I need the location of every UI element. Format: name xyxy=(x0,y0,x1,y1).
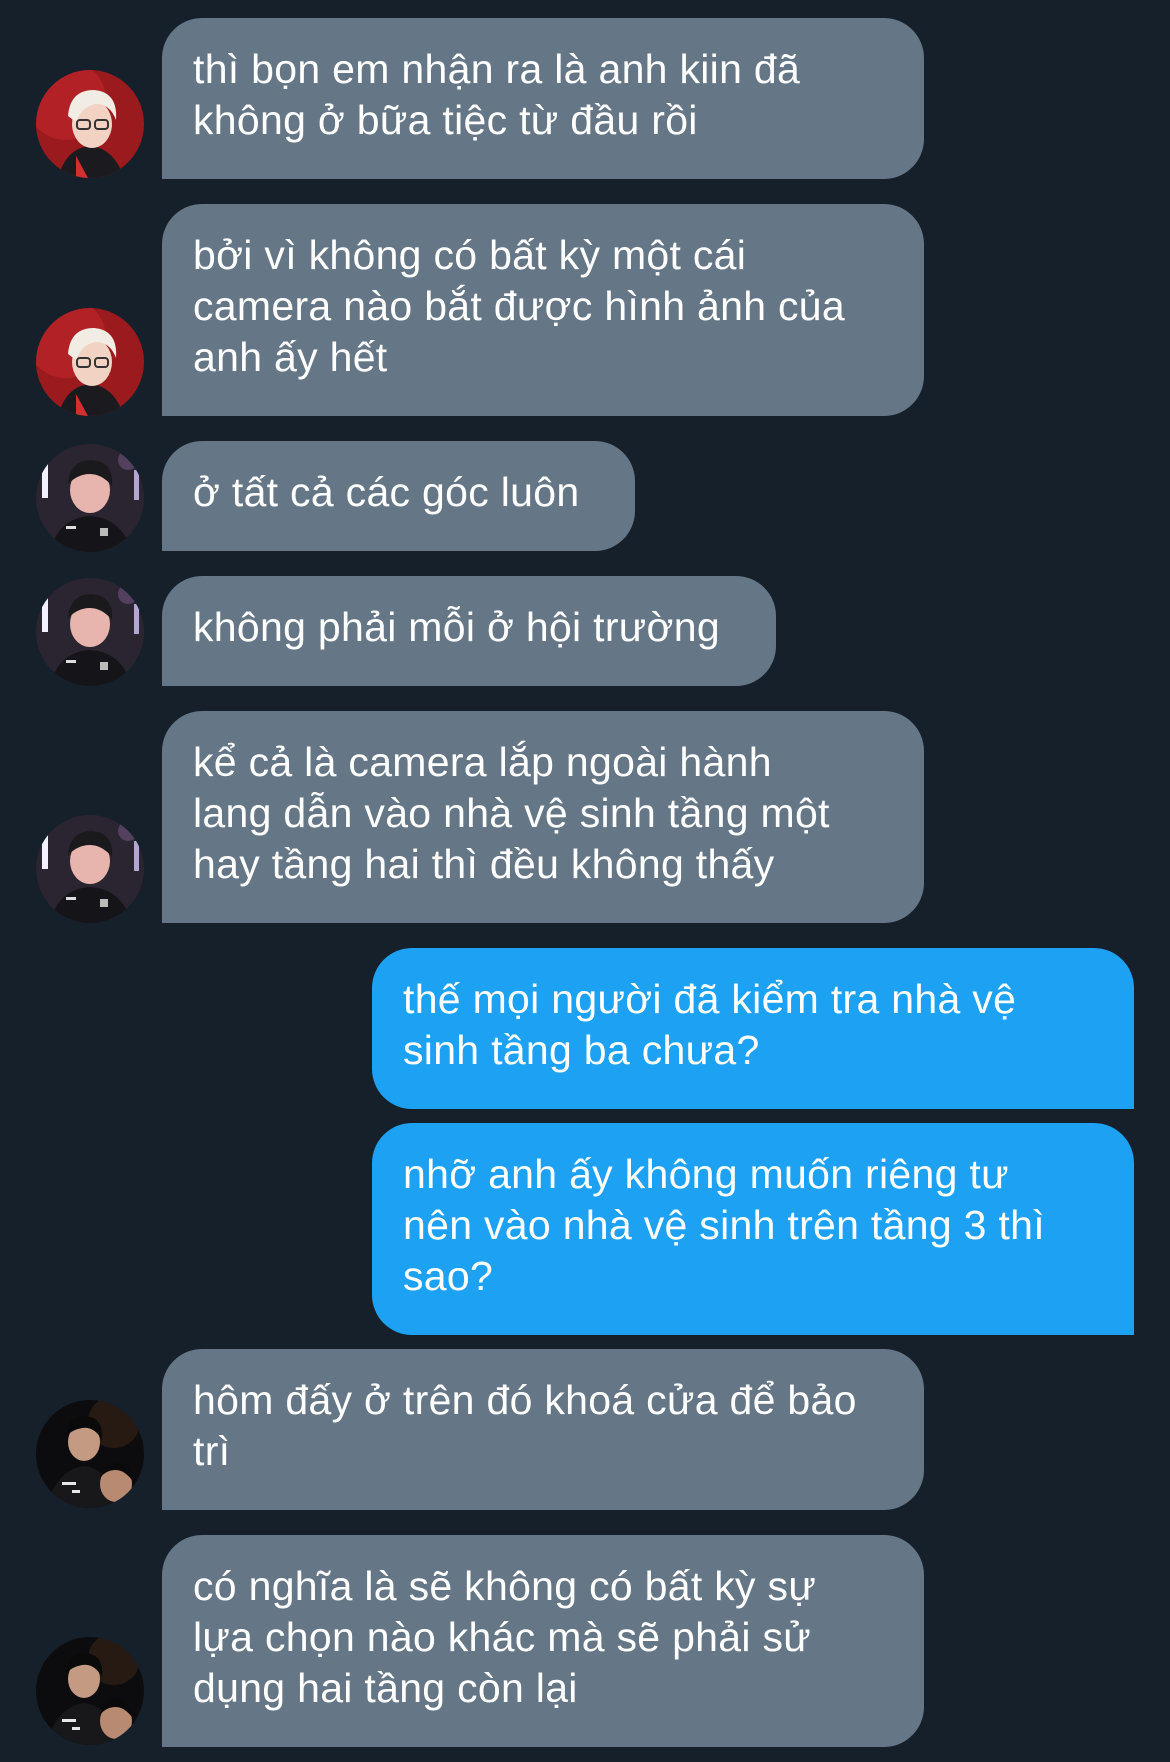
sender-avatar[interactable] xyxy=(36,308,144,416)
sender-avatar[interactable] xyxy=(36,1637,144,1745)
sender-avatar[interactable] xyxy=(36,70,144,178)
avatar-dark-stage-icon xyxy=(36,815,144,923)
avatar-blonde-red-icon xyxy=(36,70,144,178)
avatar-black-jacket-icon xyxy=(36,1637,144,1745)
avatar-black-jacket-icon xyxy=(36,1400,144,1508)
message-bubble-incoming[interactable]: không phải mỗi ở hội trường xyxy=(162,576,776,686)
sender-avatar[interactable] xyxy=(36,578,144,686)
message-bubble-incoming[interactable]: ở tất cả các góc luôn xyxy=(162,441,635,551)
avatar-blonde-red-icon xyxy=(36,308,144,416)
message-bubble-incoming[interactable]: có nghĩa là sẽ không có bất kỳ sự lựa ch… xyxy=(162,1535,924,1747)
message-bubble-incoming[interactable]: thì bọn em nhận ra là anh kiin đã không … xyxy=(162,18,924,179)
avatar-dark-stage-icon xyxy=(36,578,144,686)
message-bubble-outgoing[interactable]: thế mọi người đã kiểm tra nhà vệ sinh tầ… xyxy=(372,948,1134,1109)
message-bubble-incoming[interactable]: hôm đấy ở trên đó khoá cửa để bảo trì xyxy=(162,1349,924,1510)
sender-avatar[interactable] xyxy=(36,1400,144,1508)
message-bubble-incoming[interactable]: kể cả là camera lắp ngoài hành lang dẫn … xyxy=(162,711,924,923)
avatar-dark-stage-icon xyxy=(36,444,144,552)
message-bubble-incoming[interactable]: bởi vì không có bất kỳ một cái camera nà… xyxy=(162,204,924,416)
message-bubble-outgoing[interactable]: nhỡ anh ấy không muốn riêng tư nên vào n… xyxy=(372,1123,1134,1335)
sender-avatar[interactable] xyxy=(36,444,144,552)
sender-avatar[interactable] xyxy=(36,815,144,923)
